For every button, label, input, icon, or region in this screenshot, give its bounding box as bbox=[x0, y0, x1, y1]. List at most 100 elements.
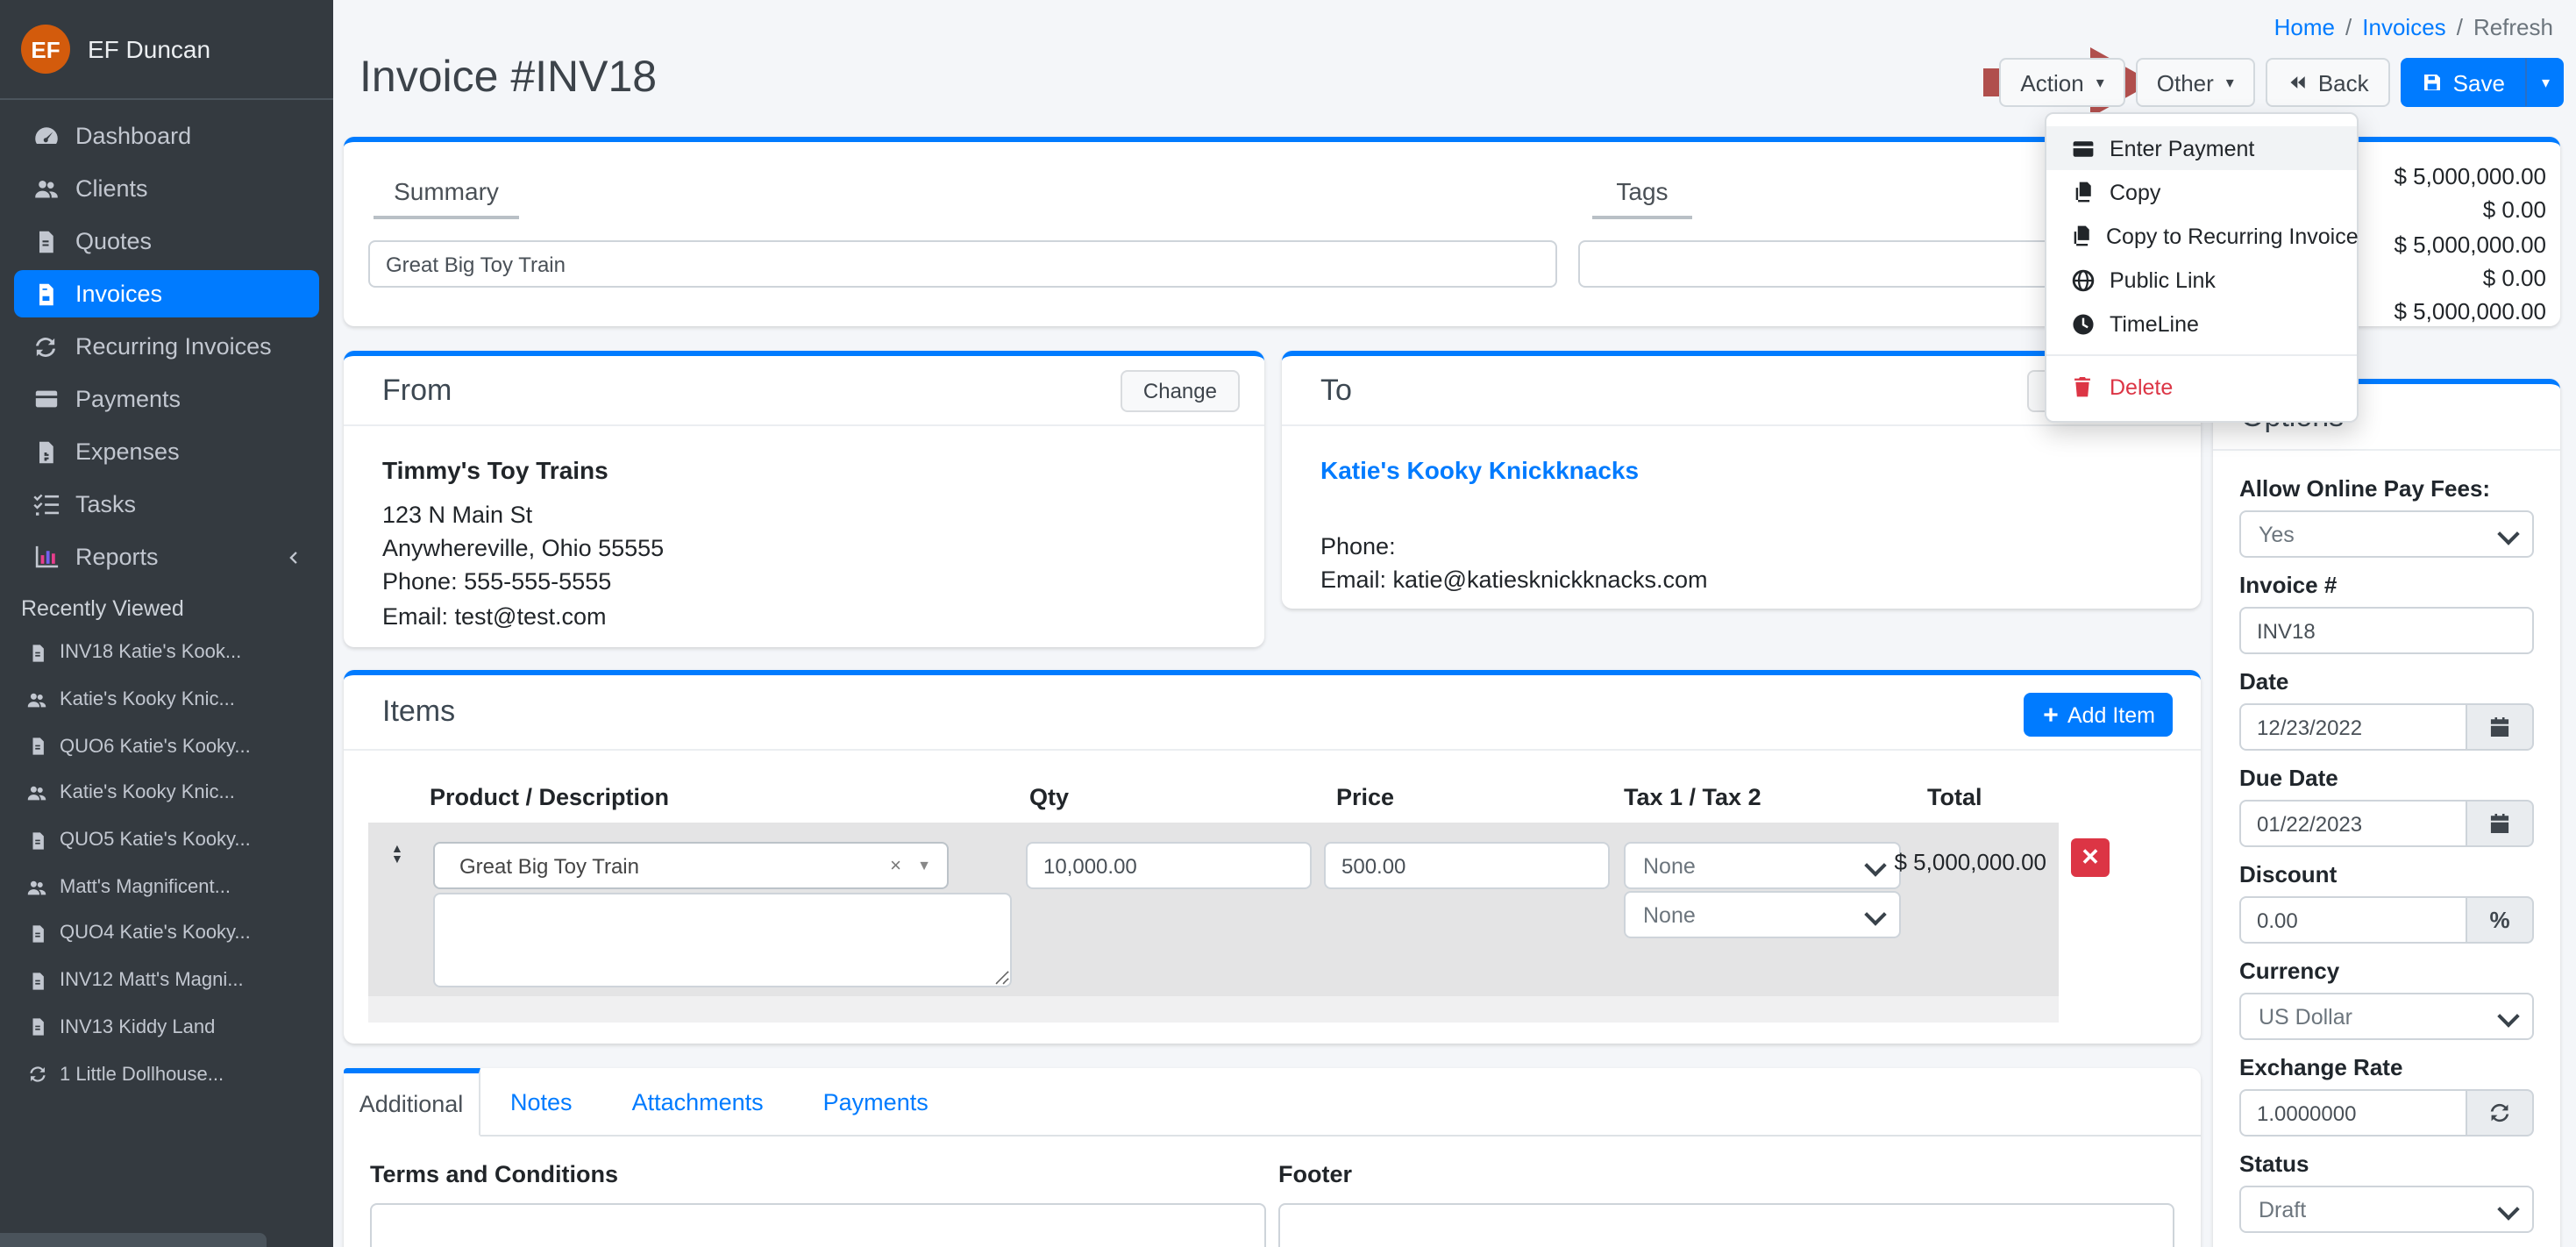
from-phone: Phone: 555-555-5555 bbox=[382, 566, 1226, 599]
field-label: Date bbox=[2239, 668, 2534, 696]
recent-item[interactable]: QUO5 Katie's Kooky... bbox=[0, 817, 333, 864]
other-button-label: Other bbox=[2157, 69, 2214, 96]
tax1-select[interactable]: None bbox=[1624, 842, 1901, 889]
save-button[interactable]: Save bbox=[2401, 58, 2526, 107]
from-change-button[interactable]: Change bbox=[1121, 369, 1240, 411]
invoice-totals: $ 5,000,000.00 $ 0.00 $ 5,000,000.00 $ 0… bbox=[2395, 160, 2547, 329]
recent-item[interactable]: INV13 Kiddy Land bbox=[0, 1004, 333, 1051]
tab-attachments[interactable]: Attachments bbox=[602, 1068, 793, 1135]
users-icon bbox=[32, 175, 60, 202]
calendar-icon[interactable] bbox=[2467, 800, 2534, 847]
sidebar-item-tasks[interactable]: Tasks bbox=[14, 481, 319, 528]
sync-icon[interactable] bbox=[2467, 1089, 2534, 1137]
brand[interactable]: EF EF Duncan bbox=[0, 0, 333, 100]
calendar-icon[interactable] bbox=[2467, 703, 2534, 751]
menu-item-copy-to-recurring[interactable]: Copy to Recurring Invoice bbox=[2046, 214, 2357, 258]
credit-card-icon bbox=[2069, 136, 2096, 160]
users-icon bbox=[26, 877, 47, 898]
recent-item-label: INV18 Katie's Kook... bbox=[60, 643, 241, 664]
invoice-number-input[interactable] bbox=[2239, 607, 2534, 654]
recent-item[interactable]: QUO4 Katie's Kooky... bbox=[0, 910, 333, 957]
trash-icon bbox=[2069, 375, 2096, 398]
recent-item[interactable]: INV12 Matt's Magni... bbox=[0, 958, 333, 1004]
footer-textarea[interactable] bbox=[1278, 1203, 2174, 1247]
avatar: EF bbox=[21, 25, 70, 74]
client-name-link[interactable]: Katie's Kooky Knickknacks bbox=[1320, 456, 2162, 484]
sidebar-menu: Dashboard Clients Quotes Invoices Recurr… bbox=[0, 100, 333, 581]
allow-online-pay-fees-select[interactable]: Yes bbox=[2239, 510, 2534, 558]
sidebar-item-expenses[interactable]: Expenses bbox=[14, 428, 319, 475]
add-item-button[interactable]: Add Item bbox=[2024, 693, 2173, 737]
save-dropdown-button[interactable]: ▾ bbox=[2526, 58, 2564, 107]
chart-bar-icon bbox=[32, 544, 60, 570]
menu-item-public-link[interactable]: Public Link bbox=[2046, 258, 2357, 302]
menu-item-delete[interactable]: Delete bbox=[2046, 365, 2357, 409]
to-phone: Phone: bbox=[1320, 530, 2162, 563]
other-button[interactable]: Other ▾ bbox=[2136, 58, 2255, 107]
exchange-rate-input[interactable] bbox=[2239, 1089, 2467, 1137]
price-input[interactable] bbox=[1324, 842, 1610, 889]
total-discount: $ 0.00 bbox=[2395, 194, 2547, 228]
sidebar-item-payments[interactable]: Payments bbox=[14, 375, 319, 423]
clear-icon[interactable]: × bbox=[890, 855, 901, 876]
file-icon bbox=[26, 924, 47, 944]
date-input[interactable] bbox=[2239, 703, 2467, 751]
options-card: Options Allow Online Pay Fees: Yes Invoi… bbox=[2213, 379, 2560, 1247]
field-currency: Currency US Dollar bbox=[2239, 958, 2534, 1040]
recent-item[interactable]: INV18 Katie's Kook... bbox=[0, 630, 333, 676]
recent-item[interactable]: Matt's Magnificent... bbox=[0, 864, 333, 910]
breadcrumb-home-link[interactable]: Home bbox=[2274, 14, 2335, 40]
action-button[interactable]: Action ▾ bbox=[1999, 58, 2124, 107]
tax2-select[interactable]: None bbox=[1624, 891, 1901, 938]
tab-payments[interactable]: Payments bbox=[793, 1068, 958, 1135]
sidebar-item-reports[interactable]: Reports bbox=[14, 533, 319, 581]
users-icon bbox=[26, 783, 47, 804]
action-button-label: Action bbox=[2020, 69, 2083, 96]
sidebar-item-invoices[interactable]: Invoices bbox=[14, 270, 319, 317]
status-select[interactable]: Draft bbox=[2239, 1186, 2534, 1233]
due-date-input[interactable] bbox=[2239, 800, 2467, 847]
menu-item-label: Enter Payment bbox=[2110, 136, 2254, 160]
terms-textarea[interactable] bbox=[370, 1203, 1266, 1247]
breadcrumb-invoices-link[interactable]: Invoices bbox=[2362, 14, 2445, 40]
summary-input[interactable] bbox=[368, 240, 1557, 288]
field-label: Exchange Rate bbox=[2239, 1054, 2534, 1082]
tab-additional[interactable]: Additional bbox=[344, 1068, 480, 1137]
tab-notes[interactable]: Notes bbox=[480, 1068, 602, 1135]
drag-handle-icon[interactable]: ▲▼ bbox=[391, 845, 403, 865]
fast-backward-icon bbox=[2287, 72, 2308, 93]
sidebar-item-recurring-invoices[interactable]: Recurring Invoices bbox=[14, 323, 319, 370]
sidebar-item-clients[interactable]: Clients bbox=[14, 165, 319, 212]
field-date: Date bbox=[2239, 668, 2534, 751]
caret-down-icon: ▾ bbox=[2226, 75, 2234, 90]
delete-row-button[interactable]: ✕ bbox=[2071, 838, 2110, 877]
item-description-textarea[interactable] bbox=[433, 893, 1012, 987]
total-balance: $ 5,000,000.00 bbox=[2395, 295, 2547, 329]
qty-input[interactable] bbox=[1026, 842, 1312, 889]
recent-item[interactable]: 1 Little Dollhouse... bbox=[0, 1051, 333, 1097]
discount-input[interactable] bbox=[2239, 896, 2467, 944]
back-button[interactable]: Back bbox=[2266, 58, 2390, 107]
sidebar-item-label: Invoices bbox=[75, 281, 162, 307]
recent-item[interactable]: Katie's Kooky Knic... bbox=[0, 676, 333, 723]
sidebar-item-dashboard[interactable]: Dashboard bbox=[14, 112, 319, 160]
x-icon: ✕ bbox=[2081, 844, 2100, 870]
save-split-button: Save ▾ bbox=[2401, 58, 2564, 107]
tags-label: Tags bbox=[1592, 177, 1692, 219]
percent-icon[interactable]: % bbox=[2467, 896, 2534, 944]
recent-item[interactable]: QUO6 Katie's Kooky... bbox=[0, 723, 333, 770]
file-icon bbox=[32, 229, 60, 253]
product-select[interactable]: Great Big Toy Train × ▼ bbox=[433, 842, 949, 889]
recent-item[interactable]: Katie's Kooky Knic... bbox=[0, 770, 333, 816]
currency-select[interactable]: US Dollar bbox=[2239, 993, 2534, 1040]
menu-item-copy[interactable]: Copy bbox=[2046, 170, 2357, 214]
recent-item-label: Katie's Kooky Knic... bbox=[60, 783, 235, 804]
field-discount: Discount % bbox=[2239, 861, 2534, 944]
sidebar-item-label: Recurring Invoices bbox=[75, 333, 272, 360]
field-allow-online-pay-fees: Allow Online Pay Fees: Yes bbox=[2239, 475, 2534, 558]
file-invoice-dollar-icon bbox=[32, 439, 60, 464]
items-card-title: Items bbox=[382, 695, 455, 730]
sidebar-item-quotes[interactable]: Quotes bbox=[14, 217, 319, 265]
menu-item-enter-payment[interactable]: Enter Payment bbox=[2046, 126, 2357, 170]
menu-item-timeline[interactable]: TimeLine bbox=[2046, 302, 2357, 346]
